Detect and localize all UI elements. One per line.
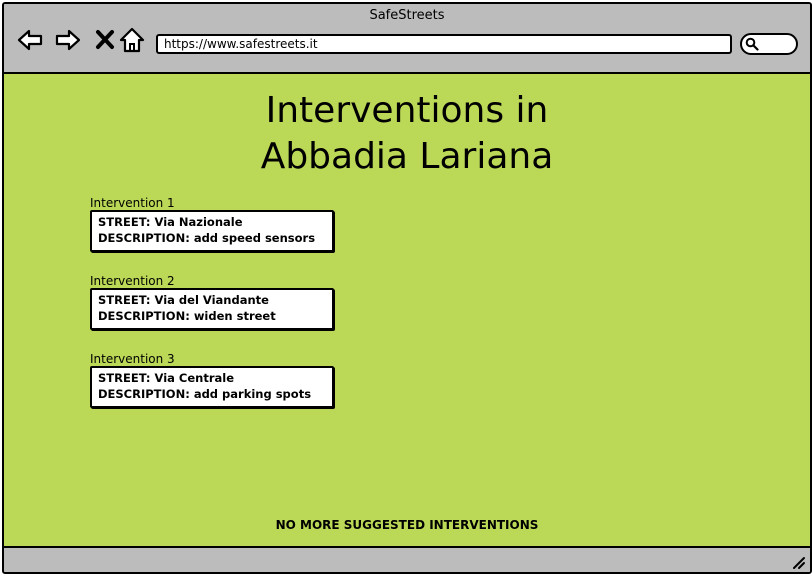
intervention-street: STREET: Via Centrale (98, 371, 235, 385)
page-content: Interventions in Abbadia Lariana Interve… (4, 74, 810, 546)
intervention-card[interactable]: STREET: Via Centrale DESCRIPTION: add pa… (90, 366, 334, 408)
no-more-interventions-note: NO MORE SUGGESTED INTERVENTIONS (275, 518, 539, 532)
forward-arrow-icon[interactable] (54, 26, 82, 54)
search-input[interactable] (740, 33, 798, 55)
intervention-label: Intervention 3 (90, 352, 175, 366)
browser-window: SafeStreets https://www.safestreets.it I… (2, 2, 812, 574)
window-title: SafeStreets (369, 8, 445, 23)
url-input[interactable]: https://www.safestreets.it (156, 34, 732, 54)
intervention-card[interactable]: STREET: Via Nazionale DESCRIPTION: add s… (90, 210, 334, 252)
intervention-label: Intervention 2 (90, 274, 175, 288)
browser-toolbar: SafeStreets https://www.safestreets.it (4, 4, 810, 74)
resize-grip-icon[interactable] (792, 556, 806, 570)
back-arrow-icon[interactable] (16, 26, 44, 54)
page-title: Interventions in Abbadia Lariana (4, 88, 810, 180)
intervention-description: DESCRIPTION: add speed sensors (98, 231, 316, 245)
search-icon (745, 37, 759, 51)
intervention-description: DESCRIPTION: add parking spots (98, 387, 312, 401)
intervention-street: STREET: Via Nazionale (98, 215, 243, 229)
intervention-description: DESCRIPTION: widen street (98, 309, 276, 323)
close-x-icon[interactable] (92, 26, 120, 54)
page-title-line1: Interventions in (265, 90, 549, 131)
intervention-card[interactable]: STREET: Via del Viandante DESCRIPTION: w… (90, 288, 334, 330)
page-title-line2: Abbadia Lariana (260, 136, 554, 177)
intervention-item[interactable]: Intervention 2 STREET: Via del Viandante… (90, 274, 342, 330)
intervention-label: Intervention 1 (90, 196, 175, 210)
intervention-street: STREET: Via del Viandante (98, 293, 269, 307)
status-bar (4, 546, 810, 572)
intervention-item[interactable]: Intervention 3 STREET: Via Centrale DESC… (90, 352, 342, 408)
home-icon[interactable] (118, 26, 146, 54)
intervention-item[interactable]: Intervention 1 STREET: Via Nazionale DES… (90, 196, 342, 252)
